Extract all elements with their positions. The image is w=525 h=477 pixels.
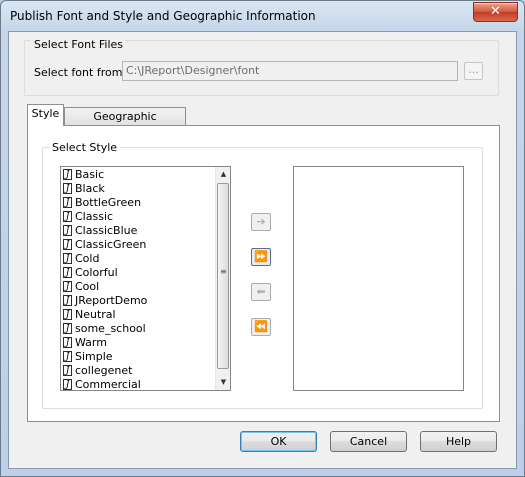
style-list-item[interactable]: J Cool	[61, 280, 230, 294]
style-item-label: Classic	[75, 210, 114, 223]
style-file-icon: J	[63, 267, 72, 278]
style-item-label: Neutral	[75, 308, 116, 321]
tab-style[interactable]: Style	[27, 104, 64, 126]
font-path-label: Select font from :	[34, 66, 130, 79]
style-item-label: ClassicGreen	[75, 238, 147, 251]
style-item-label: JReportDemo	[75, 294, 148, 307]
remove-style-button[interactable]: ⬅	[251, 283, 271, 301]
style-item-label: Cold	[75, 252, 100, 265]
selected-styles-list[interactable]	[293, 166, 464, 391]
grip-icon: ≡	[220, 267, 227, 276]
ok-button[interactable]: OK	[240, 431, 317, 452]
scroll-down-icon[interactable]: ▼	[216, 375, 230, 390]
style-file-icon: J	[63, 281, 72, 292]
style-file-icon: J	[63, 183, 72, 194]
style-item-label: Cool	[75, 280, 100, 293]
arrow-right-icon: ➔	[256, 215, 266, 228]
style-file-icon: J	[63, 211, 72, 222]
style-item-label: Basic	[75, 168, 105, 181]
available-styles-list[interactable]: J Basic J Black J BottleGreen J Classic J Classic…	[60, 166, 231, 391]
style-item-label: Warm	[75, 336, 107, 349]
style-list-item[interactable]: J Commercial	[61, 378, 230, 391]
style-item-label: Commercial	[75, 378, 141, 391]
tab-style-label: Style	[31, 107, 60, 120]
style-list-item[interactable]: J Warm	[61, 336, 230, 350]
scroll-up-icon[interactable]: ▲	[216, 167, 230, 182]
add-all-styles-button[interactable]: ⏩	[251, 248, 271, 266]
style-item-label: Simple	[75, 350, 113, 363]
style-tab-panel: Select Style J Basic J Black J BottleGreen J Cl…	[27, 125, 500, 422]
scroll-thumb[interactable]: ≡	[217, 183, 229, 369]
browse-font-button[interactable]: ...	[464, 62, 483, 80]
help-button[interactable]: Help	[420, 431, 497, 452]
title-bar[interactable]: Publish Font and Style and Geographic In…	[1, 1, 524, 31]
arrow-left-icon: ⬅	[256, 285, 266, 298]
close-icon: ✕	[490, 4, 501, 19]
style-item-label: Black	[75, 182, 105, 195]
style-list-item[interactable]: Jcollegenet	[61, 364, 230, 378]
style-item-label: Colorful	[75, 266, 118, 279]
font-path-field[interactable]: C:\JReport\Designer\font	[122, 61, 458, 81]
style-list-item[interactable]: J Cold	[61, 252, 230, 266]
style-file-icon: J	[63, 253, 72, 264]
double-arrow-left-icon: ⏪	[254, 320, 268, 333]
style-item-label: some_school	[75, 322, 146, 335]
style-file-icon: J	[63, 225, 72, 236]
cancel-button[interactable]: Cancel	[330, 431, 407, 452]
style-list-item[interactable]: J ClassicBlue	[61, 224, 230, 238]
dialog-body: Select Font Files Select font from : C:\…	[8, 31, 517, 469]
select-style-label: Select Style	[49, 141, 121, 154]
style-list-item[interactable]: J Simple	[61, 350, 230, 364]
style-list-item[interactable]: J Neutral	[61, 308, 230, 322]
remove-all-styles-button[interactable]: ⏪	[251, 318, 271, 336]
style-file-icon: J	[63, 169, 72, 180]
style-file-icon: J	[63, 365, 72, 376]
style-file-icon: J	[63, 351, 72, 362]
style-file-icon: J	[63, 379, 72, 390]
add-style-button[interactable]: ➔	[251, 213, 271, 231]
tab-geographic-information[interactable]: Geographic Information	[64, 107, 186, 141]
style-file-icon: J	[63, 323, 72, 334]
style-list-item[interactable]: J Classic	[61, 210, 230, 224]
style-list-item[interactable]: J Basic	[61, 168, 230, 182]
style-item-label: collegenet	[75, 364, 133, 377]
double-arrow-right-icon: ⏩	[254, 250, 268, 263]
list-scrollbar[interactable]: ▲ ≡ ▼	[215, 167, 230, 390]
style-file-icon: J	[63, 295, 72, 306]
style-list-item[interactable]: J ClassicGreen	[61, 238, 230, 252]
font-files-group-label: Select Font Files	[31, 38, 127, 51]
style-file-icon: J	[63, 197, 72, 208]
style-item-label: BottleGreen	[75, 196, 142, 209]
style-items: J Basic J Black J BottleGreen J Classic J Classic…	[61, 167, 230, 391]
style-file-icon: J	[63, 337, 72, 348]
style-list-item[interactable]: J BottleGreen	[61, 196, 230, 210]
dialog-window: Publish Font and Style and Geographic In…	[0, 0, 525, 477]
style-list-item[interactable]: J JReportDemo	[61, 294, 230, 308]
style-item-label: ClassicBlue	[75, 224, 138, 237]
style-file-icon: J	[63, 309, 72, 320]
style-list-item[interactable]: J Black	[61, 182, 230, 196]
close-button[interactable]: ✕	[473, 2, 518, 22]
style-file-icon: J	[63, 239, 72, 250]
window-title: Publish Font and Style and Geographic In…	[10, 9, 316, 23]
style-list-item[interactable]: J Colorful	[61, 266, 230, 280]
style-list-item[interactable]: Jsome_school	[61, 322, 230, 336]
